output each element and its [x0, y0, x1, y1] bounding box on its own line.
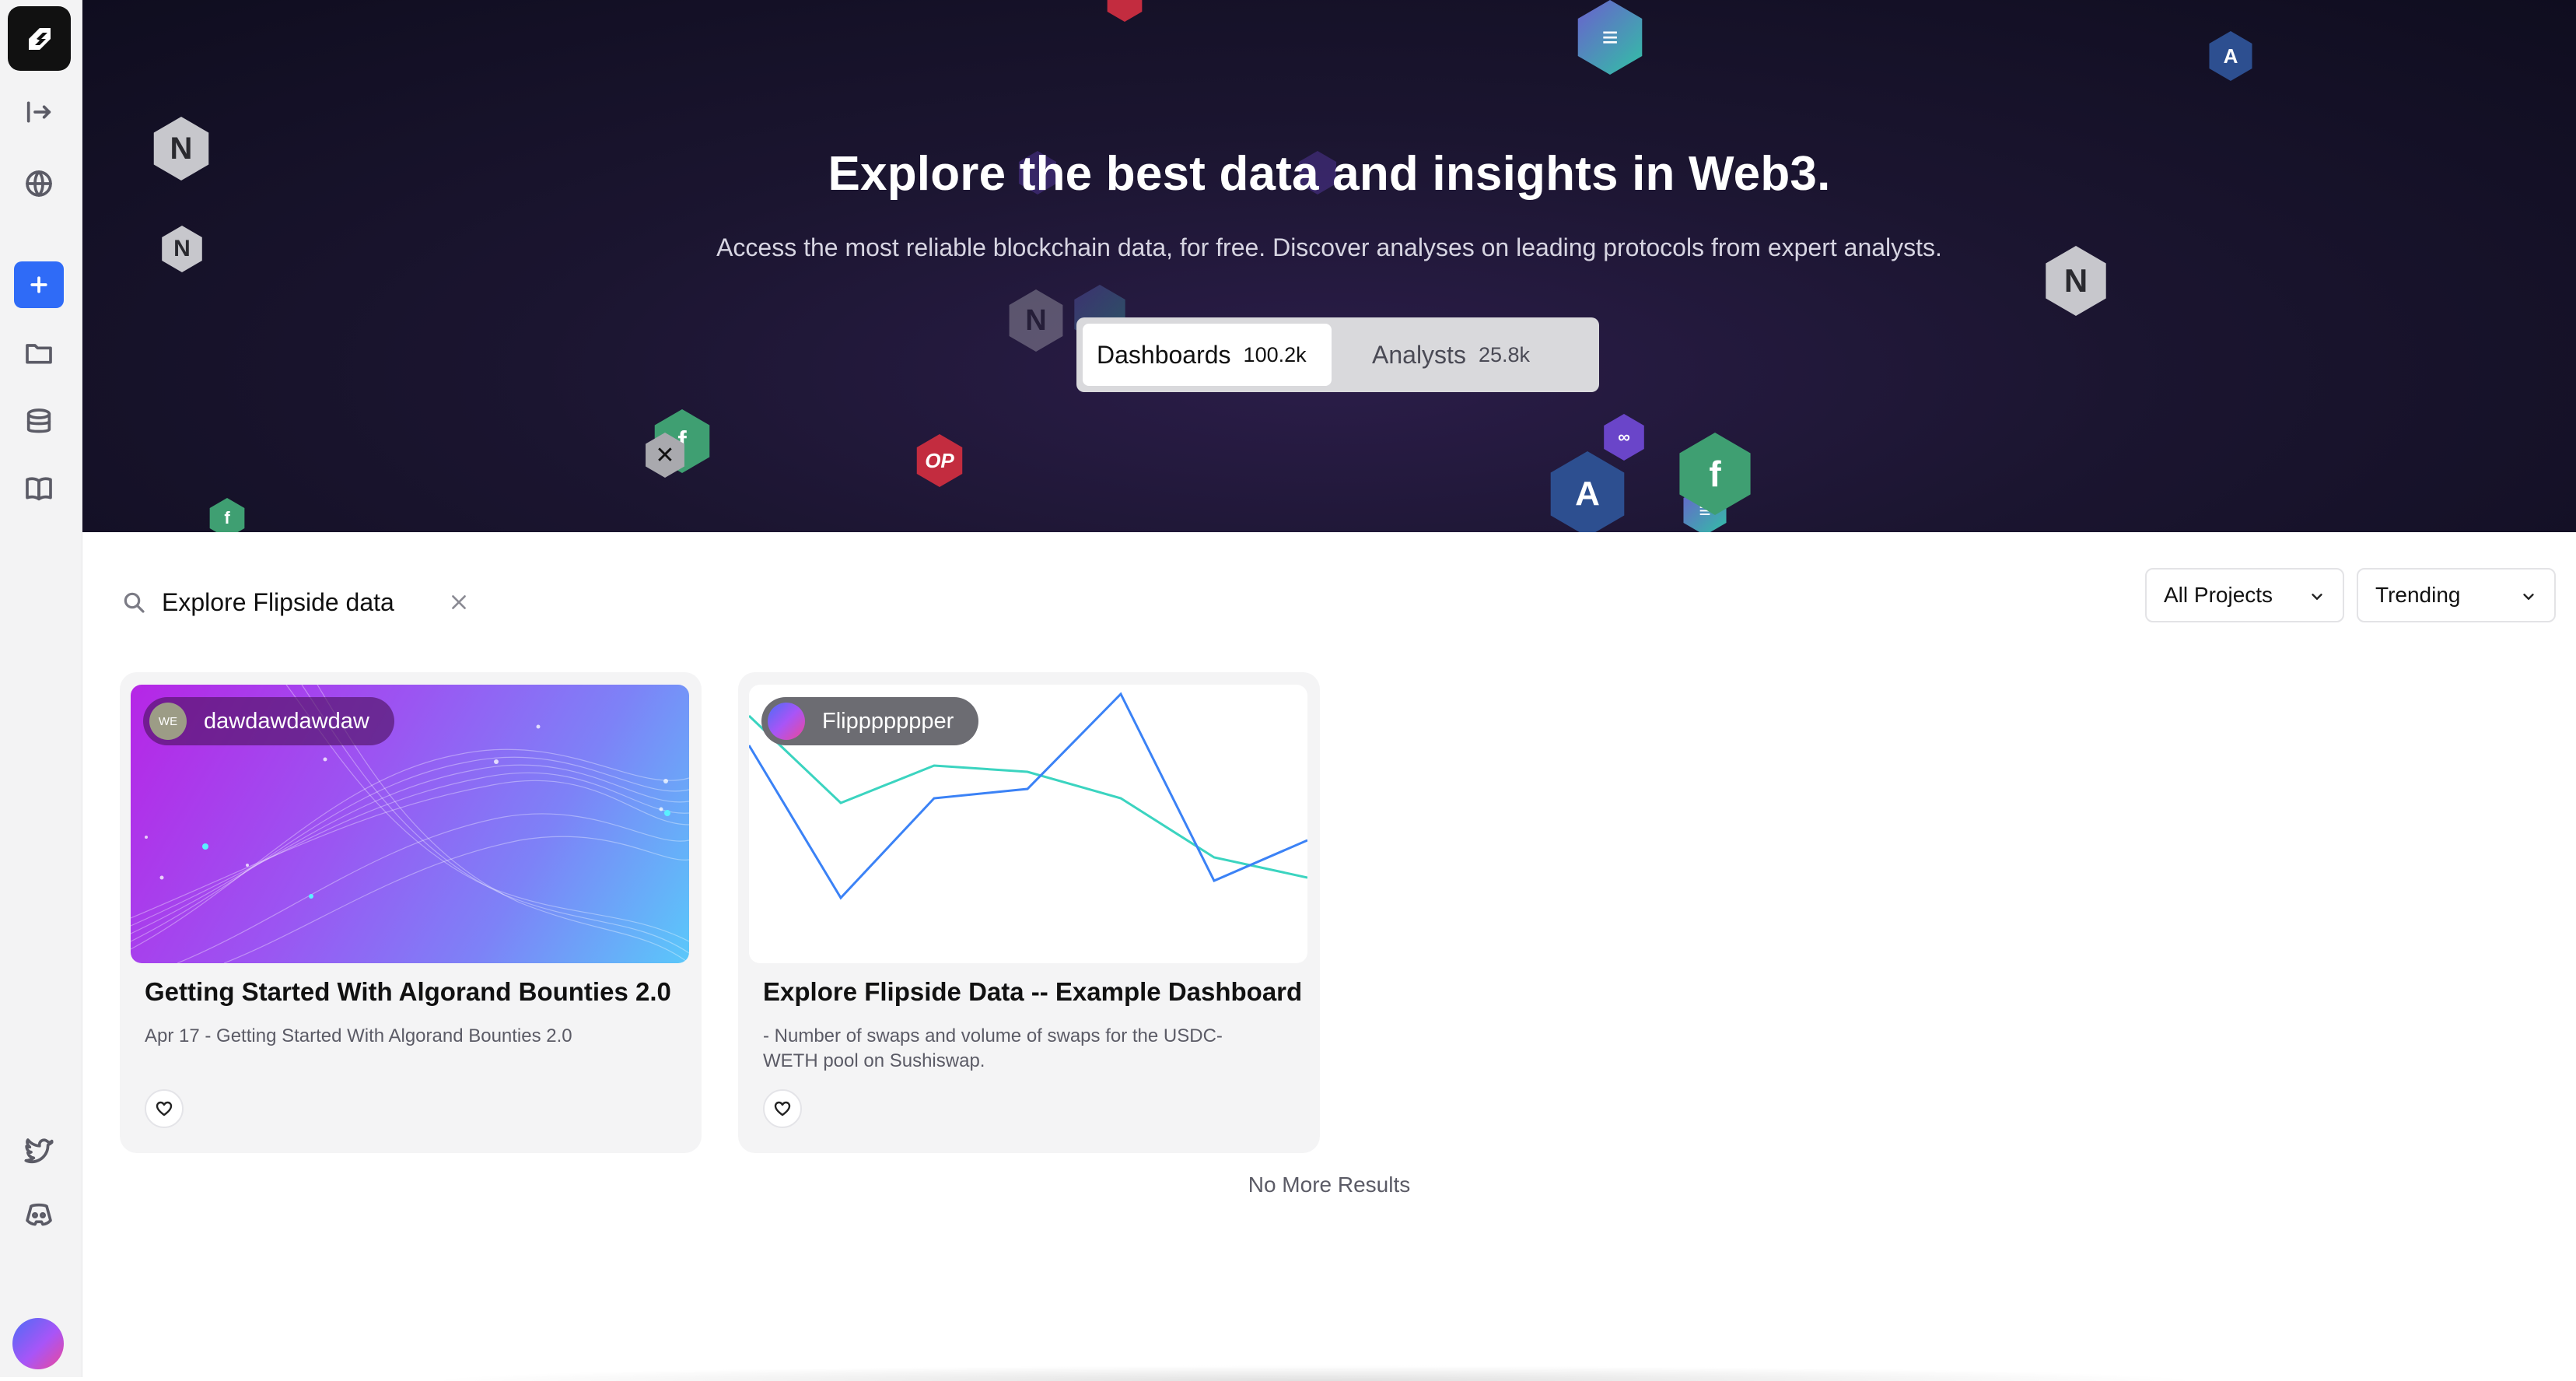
like-button[interactable] — [763, 1089, 802, 1128]
book-icon — [26, 477, 52, 501]
sidebar-item-docs[interactable] — [17, 467, 61, 510]
author-badge[interactable]: Flippppppper — [761, 697, 979, 745]
tab-analysts[interactable]: Analysts 25.8k — [1358, 324, 1591, 386]
sort-dropdown[interactable]: Trending — [2357, 568, 2556, 622]
collapse-sidebar-button[interactable] — [17, 90, 61, 134]
flipside-logo[interactable] — [8, 6, 71, 71]
collapse-icon — [26, 101, 51, 123]
chevron-down-icon — [2312, 594, 2322, 600]
hero-title: Explore the best data and insights in We… — [828, 147, 1831, 201]
card-title[interactable]: Explore Flipside Data -- Example Dashboa… — [763, 977, 1302, 1007]
clear-search-button[interactable] — [445, 588, 473, 616]
heart-icon — [156, 1101, 173, 1116]
tab-label: Dashboards — [1097, 340, 1231, 369]
folder-icon — [26, 344, 52, 364]
arbitrum-icon: A — [1550, 451, 1625, 532]
author-name: dawdawdawdaw — [204, 708, 369, 734]
card-title[interactable]: Getting Started With Algorand Bounties 2… — [145, 977, 671, 1007]
arbitrum-icon: A — [2209, 31, 2252, 81]
search-bar[interactable]: Explore Flipside data — [121, 579, 479, 626]
twitter-icon — [24, 1138, 54, 1164]
dashboard-card[interactable]: Flippppppper Explore Flipside Data -- Ex… — [738, 672, 1320, 1153]
tab-label: Analysts — [1372, 340, 1466, 369]
bottom-shadow — [420, 1365, 2209, 1381]
user-avatar[interactable] — [12, 1318, 64, 1369]
no-more-results: No More Results — [1248, 1172, 1411, 1197]
database-icon — [26, 408, 51, 433]
sidebar-item-discord[interactable] — [17, 1193, 61, 1237]
search-input[interactable]: Explore Flipside data — [162, 588, 394, 617]
dashboard-card[interactable]: WE dawdawdawdaw Getting Started With Alg… — [120, 672, 702, 1153]
chainlink-icon: ∞ — [1604, 414, 1644, 461]
sidebar-item-data[interactable] — [17, 400, 61, 443]
like-button[interactable] — [145, 1089, 184, 1128]
heart-icon — [774, 1101, 791, 1116]
optimism-icon: OP — [916, 434, 963, 487]
discord-icon — [26, 1203, 52, 1226]
sort-dropdown-value: Trending — [2375, 583, 2461, 607]
new-item-button[interactable] — [14, 261, 64, 308]
tab-count: 25.8k — [1478, 342, 1530, 366]
near-icon: N — [1009, 289, 1063, 352]
sidebar-item-explore[interactable] — [17, 162, 61, 205]
search-icon — [124, 592, 145, 613]
hero-subtitle: Access the most reliable blockchain data… — [716, 233, 1942, 261]
tab-count: 100.2k — [1243, 342, 1307, 366]
logo-icon — [28, 27, 51, 50]
plus-icon — [30, 276, 47, 293]
author-badge[interactable]: WE dawdawdawdaw — [143, 697, 394, 745]
globe-icon — [26, 170, 52, 197]
close-icon — [452, 595, 466, 609]
projects-dropdown-value: All Projects — [2164, 583, 2273, 607]
sidebar-item-twitter[interactable] — [17, 1130, 61, 1173]
card-description: - Number of swaps and volume of swaps fo… — [763, 1025, 1223, 1071]
optimism-icon — [1107, 0, 1143, 22]
hero-banner: N N N N ≡ ≡ A A f f f ✕ OP ∞ Explore the… — [82, 0, 2576, 532]
solana-icon: ≡ — [1577, 0, 1643, 75]
card-thumbnail: Flippppppper — [749, 685, 1307, 963]
author-avatar: WE — [149, 703, 187, 740]
flow-icon: f — [209, 498, 245, 532]
tab-dashboards[interactable]: Dashboards 100.2k — [1083, 324, 1332, 386]
projects-dropdown[interactable]: All Projects — [2145, 568, 2344, 622]
author-name: Flippppppper — [822, 708, 954, 734]
view-toggle: Dashboards 100.2k Analysts 25.8k — [1076, 317, 1599, 392]
sidebar-item-files[interactable] — [17, 331, 61, 375]
card-description: Apr 17 - Getting Started With Algorand B… — [145, 1025, 572, 1046]
sidebar — [0, 0, 82, 1377]
card-thumbnail: WE dawdawdawdaw — [131, 685, 689, 963]
chevron-down-icon — [2523, 594, 2534, 600]
author-avatar — [768, 703, 805, 740]
